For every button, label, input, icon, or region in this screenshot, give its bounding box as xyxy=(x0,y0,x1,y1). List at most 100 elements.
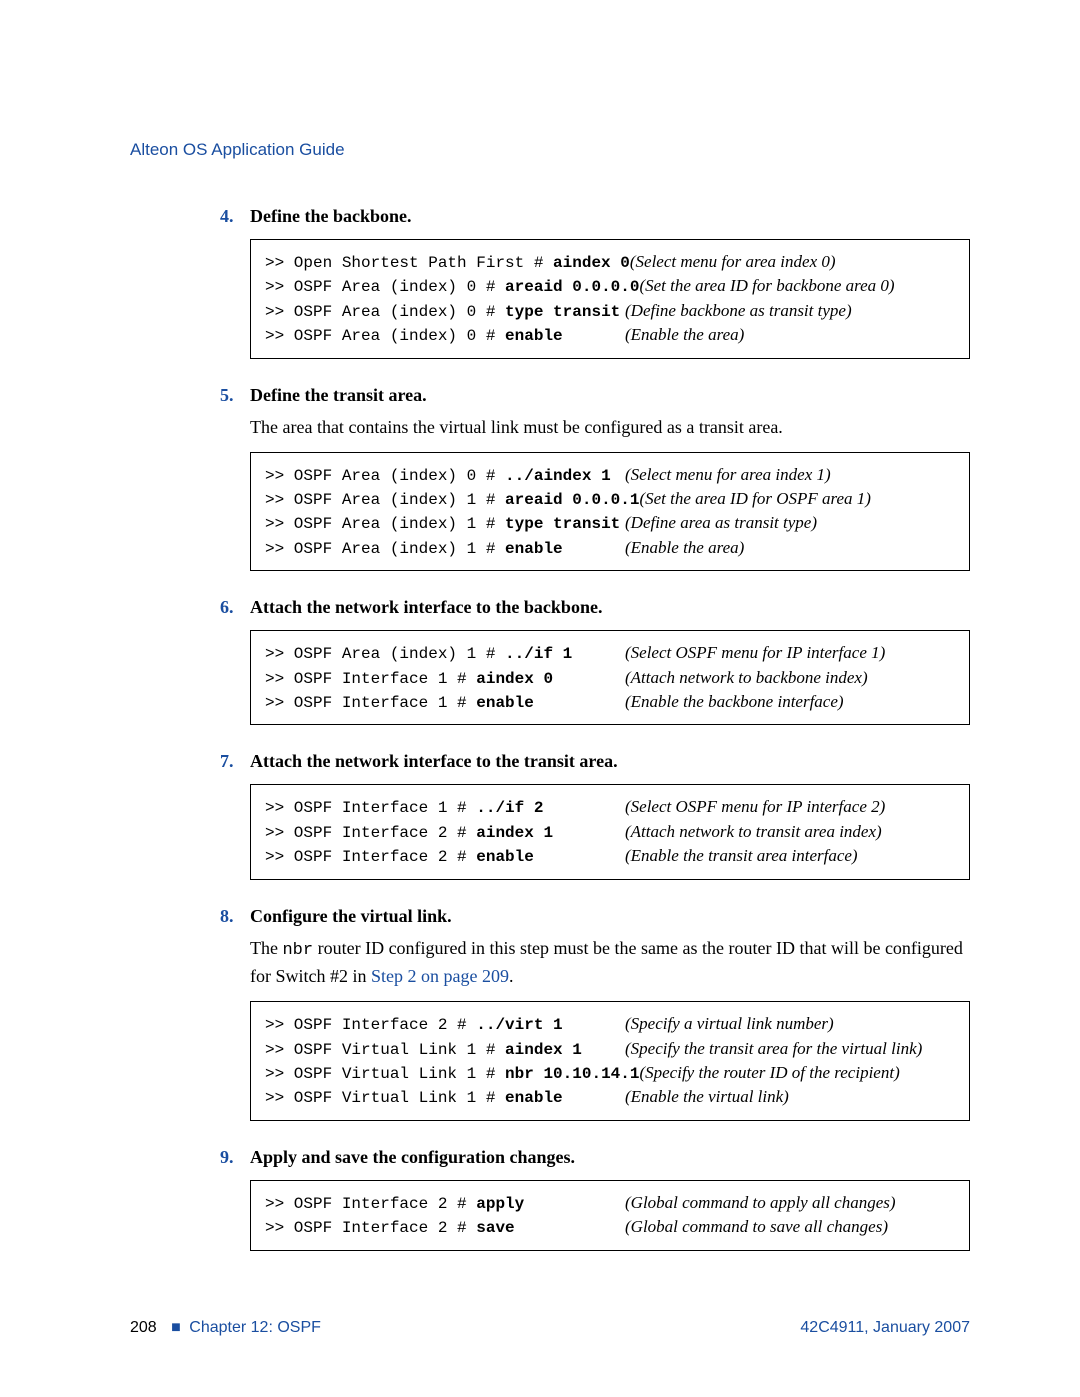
command-text: >> OSPF Interface 2 # ../virt 1 xyxy=(265,1014,625,1036)
body-text: . xyxy=(509,966,514,986)
command-input: ../if 2 xyxy=(476,799,543,817)
step-title: Attach the network interface to the back… xyxy=(250,597,602,618)
command-input: type transit xyxy=(505,303,620,321)
command-note: (Define backbone as transit type) xyxy=(625,299,852,323)
command-prompt: >> OSPF Virtual Link 1 # xyxy=(265,1065,505,1083)
step-number: 5. xyxy=(220,385,250,406)
command-note: (Specify a virtual link number) xyxy=(625,1012,834,1036)
command-note: (Enable the area) xyxy=(625,323,744,347)
command-text: >> OSPF Interface 2 # save xyxy=(265,1217,625,1239)
step-number: 8. xyxy=(220,906,250,927)
command-line: >> OSPF Area (index) 1 # ../if 1(Select … xyxy=(265,641,955,665)
command-note: (Select OSPF menu for IP interface 2) xyxy=(625,795,885,819)
command-prompt: >> OSPF Interface 2 # xyxy=(265,824,476,842)
command-note: (Select menu for area index 0) xyxy=(630,250,836,274)
command-input: enable xyxy=(476,848,534,866)
command-input: apply xyxy=(476,1195,524,1213)
command-input: areaid 0.0.0.0 xyxy=(505,278,639,296)
command-text: >> OSPF Interface 1 # ../if 2 xyxy=(265,797,625,819)
command-note: (Define area as transit type) xyxy=(625,511,817,535)
page-footer: 208 ■ Chapter 12: OSPF 42C4911, January … xyxy=(130,1319,970,1337)
step-number: 9. xyxy=(220,1147,250,1168)
command-text: >> OSPF Area (index) 1 # enable xyxy=(265,538,625,560)
command-text: >> OSPF Virtual Link 1 # nbr 10.10.14.1 xyxy=(265,1063,639,1085)
command-note: (Global command to apply all changes) xyxy=(625,1191,896,1215)
command-input: aindex 1 xyxy=(505,1041,582,1059)
step-heading: 6.Attach the network interface to the ba… xyxy=(220,597,970,618)
command-input: ../virt 1 xyxy=(476,1016,562,1034)
command-line: >> OSPF Virtual Link 1 # nbr 10.10.14.1(… xyxy=(265,1061,955,1085)
command-line: >> OSPF Area (index) 0 # ../aindex 1(Sel… xyxy=(265,463,955,487)
command-input: ../if 1 xyxy=(505,645,572,663)
step: 4.Define the backbone.>> Open Shortest P… xyxy=(220,206,970,359)
command-line: >> OSPF Interface 1 # aindex 0(Attach ne… xyxy=(265,666,955,690)
inline-code: nbr xyxy=(282,941,313,960)
command-text: >> OSPF Area (index) 1 # type transit xyxy=(265,513,625,535)
command-input: enable xyxy=(505,327,563,345)
command-line: >> OSPF Area (index) 1 # type transit(De… xyxy=(265,511,955,535)
command-prompt: >> OSPF Virtual Link 1 # xyxy=(265,1089,505,1107)
command-box: >> OSPF Area (index) 0 # ../aindex 1(Sel… xyxy=(250,452,970,572)
command-box: >> OSPF Interface 2 # ../virt 1(Specify … xyxy=(250,1001,970,1121)
command-prompt: >> OSPF Interface 1 # xyxy=(265,799,476,817)
command-line: >> OSPF Interface 1 # ../if 2(Select OSP… xyxy=(265,795,955,819)
step: 5.Define the transit area. The area that … xyxy=(220,385,970,572)
command-text: >> OSPF Area (index) 1 # ../if 1 xyxy=(265,643,625,665)
command-prompt: >> OSPF Area (index) 0 # xyxy=(265,327,505,345)
command-note: (Enable the transit area interface) xyxy=(625,844,858,868)
command-prompt: >> OSPF Interface 2 # xyxy=(265,1195,476,1213)
step-heading: 8.Configure the virtual link. xyxy=(220,906,970,927)
body-text: The area that contains the virtual link … xyxy=(250,417,783,437)
page: Alteon OS Application Guide 4.Define the… xyxy=(0,0,1080,1397)
command-box: >> OSPF Interface 2 # apply(Global comma… xyxy=(250,1180,970,1251)
command-line: >> OSPF Virtual Link 1 # enable (Enable t… xyxy=(265,1085,955,1109)
cross-reference-link[interactable]: Step 2 on page 209 xyxy=(371,966,509,986)
command-prompt: >> OSPF Interface 1 # xyxy=(265,670,476,688)
command-note: (Enable the virtual link) xyxy=(625,1085,789,1109)
command-text: >> OSPF Area (index) 1 # areaid 0.0.0.1 xyxy=(265,489,639,511)
body-text: The xyxy=(250,938,282,958)
command-line: >> OSPF Interface 2 # apply(Global comma… xyxy=(265,1191,955,1215)
command-text: >> OSPF Interface 2 # apply xyxy=(265,1193,625,1215)
command-note: (Select menu for area index 1) xyxy=(625,463,831,487)
command-prompt: >> OSPF Area (index) 0 # xyxy=(265,303,505,321)
command-prompt: >> OSPF Area (index) 1 # xyxy=(265,540,505,558)
step-title: Attach the network interface to the tran… xyxy=(250,751,618,772)
command-line: >> OSPF Area (index) 0 # enable (Enable t… xyxy=(265,323,955,347)
step: 6.Attach the network interface to the ba… xyxy=(220,597,970,725)
command-line: >> OSPF Interface 2 # save(Global comman… xyxy=(265,1215,955,1239)
command-input: enable xyxy=(505,1089,563,1107)
command-line: >> OSPF Interface 2 # ../virt 1(Specify … xyxy=(265,1012,955,1036)
body-text: router ID configured in this step must b… xyxy=(250,938,963,987)
footer-left: 208 ■ Chapter 12: OSPF xyxy=(130,1319,321,1337)
command-text: >> OSPF Area (index) 0 # areaid 0.0.0.0 xyxy=(265,276,639,298)
command-input: enable xyxy=(505,540,563,558)
step-heading: 5.Define the transit area. xyxy=(220,385,970,406)
command-note: (Set the area ID for OSPF area 1) xyxy=(639,487,871,511)
command-prompt: >> OSPF Area (index) 0 # xyxy=(265,278,505,296)
page-number: 208 xyxy=(130,1319,157,1336)
step-number: 7. xyxy=(220,751,250,772)
command-note: (Global command to save all changes) xyxy=(625,1215,888,1239)
command-text: >> OSPF Interface 2 # aindex 1 xyxy=(265,822,625,844)
command-prompt: >> OSPF Virtual Link 1 # xyxy=(265,1041,505,1059)
command-box: >> OSPF Interface 1 # ../if 2(Select OSP… xyxy=(250,784,970,879)
command-prompt: >> OSPF Area (index) 1 # xyxy=(265,515,505,533)
command-note: (Attach network to transit area index) xyxy=(625,820,882,844)
command-text: >> OSPF Interface 1 # aindex 0 xyxy=(265,668,625,690)
command-prompt: >> OSPF Area (index) 0 # xyxy=(265,467,505,485)
command-input: aindex 0 xyxy=(476,670,553,688)
step-number: 4. xyxy=(220,206,250,227)
step-body: The nbr router ID configured in this ste… xyxy=(250,935,970,990)
command-input: aindex 0 xyxy=(553,254,630,272)
command-text: >> OSPF Area (index) 0 # type transit xyxy=(265,301,625,323)
command-note: (Set the area ID for backbone area 0) xyxy=(639,274,894,298)
step: 9.Apply and save the configuration chang… xyxy=(220,1147,970,1251)
command-prompt: >> OSPF Interface 2 # xyxy=(265,1219,476,1237)
step-title: Apply and save the configuration changes… xyxy=(250,1147,575,1168)
step: 7.Attach the network interface to the tr… xyxy=(220,751,970,879)
step-heading: 9.Apply and save the configuration chang… xyxy=(220,1147,970,1168)
command-line: >> OSPF Interface 2 # aindex 1(Attach ne… xyxy=(265,820,955,844)
command-input: aindex 1 xyxy=(476,824,553,842)
command-prompt: >> OSPF Interface 2 # xyxy=(265,1016,476,1034)
